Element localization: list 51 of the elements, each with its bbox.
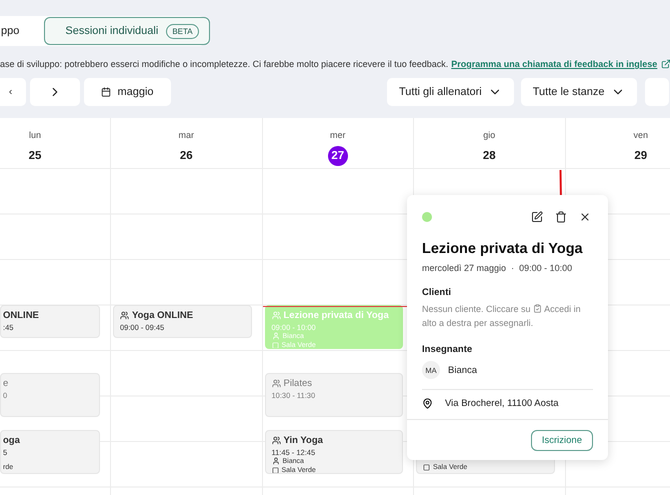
event-title: ONLINE (3, 310, 39, 320)
address-text: Via Brocherel, 11100 Aosta (445, 398, 559, 409)
filter-dropdown[interactable]: Tutti gli allenatori (387, 78, 514, 106)
person-icon (272, 457, 280, 466)
enroll-button[interactable]: Iscrizione (530, 430, 593, 450)
filter-dropdown[interactable]: Tutte le stanze (520, 78, 636, 106)
weekday-label: mar (178, 130, 194, 140)
person-icon (272, 332, 280, 340)
calendar-icon (101, 87, 112, 97)
date-number: 29 (633, 149, 648, 164)
room-icon (272, 342, 278, 348)
people-icon (272, 436, 280, 445)
feedback-link[interactable]: Programma una chiamata di feedback in inglese (451, 59, 670, 69)
weekday-label: gio (483, 130, 496, 140)
mode-tab[interactable]: ppo (0, 17, 20, 45)
date-number: 25 (28, 149, 42, 164)
teacher-name: Bianca (448, 364, 478, 376)
delete-button[interactable] (553, 209, 569, 225)
weekday-label: ven (633, 130, 648, 140)
date-number: 27 (328, 146, 348, 166)
people-icon (120, 310, 129, 320)
room-icon (272, 467, 278, 474)
date-number: 28 (482, 149, 497, 164)
popup-title: Lezione privata di Yoga (422, 241, 584, 257)
notice-text: ase di sviluppo: potrebbero esserci modifiche o incompletezze. Ci farebbe molto piacere ricevere il tuo feedback. (0, 59, 448, 69)
pencil-icon (531, 211, 543, 223)
event-title: Yin Yoga (284, 434, 323, 446)
month-button[interactable]: maggio (84, 78, 171, 106)
teacher-heading: Insegnante (422, 344, 474, 355)
room-icon (423, 464, 430, 471)
clients-text: Nessun cliente. Cliccare su Accedi in alto a destra per assegnarli. (422, 303, 582, 330)
event-title: Yoga ONLINE (132, 310, 194, 320)
date-number: 26 (178, 149, 194, 164)
event-title: oga (3, 434, 20, 446)
event-title: Lezione privata di Yoga (284, 310, 389, 320)
event-title: e (3, 378, 8, 389)
popup-datetime: mercoledì 27 maggio · 09:00 - 10:00 (422, 263, 574, 273)
clients-heading: Clienti (422, 287, 452, 298)
external-link-icon (661, 59, 670, 69)
map-pin-icon (422, 398, 433, 409)
edit-button[interactable] (529, 209, 545, 225)
event-title: Pilates (284, 378, 312, 389)
weekday-label: mer (330, 130, 346, 140)
close-icon (579, 211, 591, 223)
mode-tab[interactable]: Sessioni individuali BETA (44, 17, 210, 45)
weekday-label: lun (28, 130, 41, 140)
people-icon (272, 378, 280, 388)
people-icon (272, 310, 280, 320)
trash-icon (555, 211, 567, 223)
clipboard-icon (533, 304, 542, 313)
beta-badge: BETA (166, 24, 199, 38)
